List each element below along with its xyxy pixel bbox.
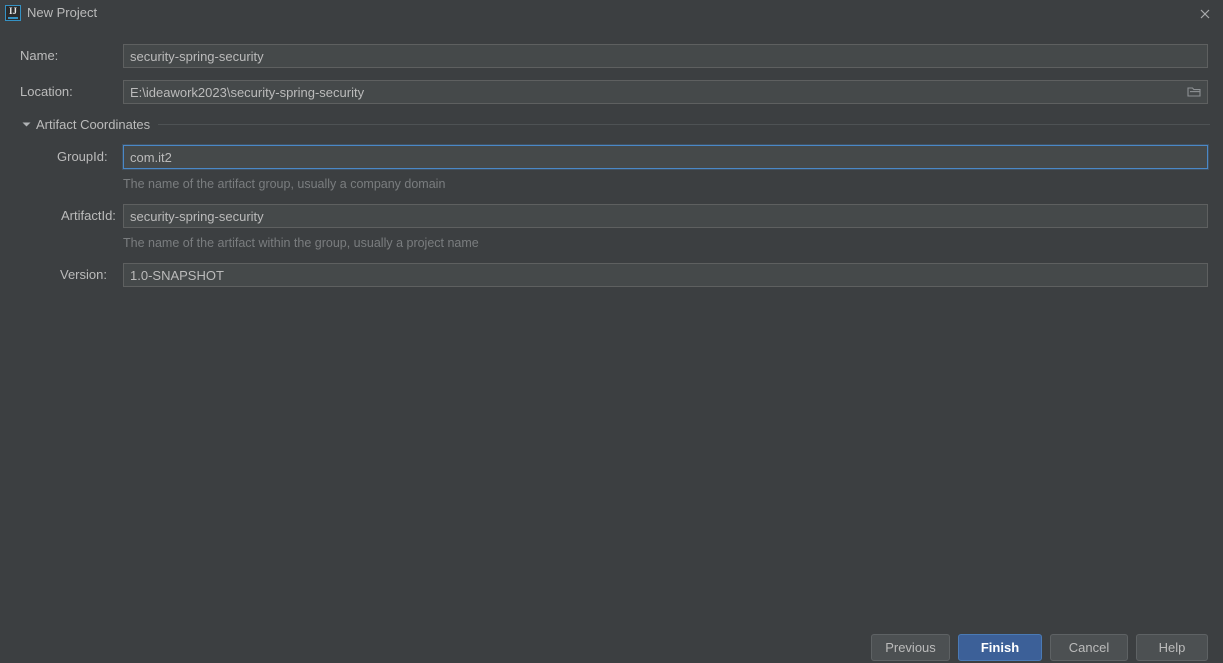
section-divider	[158, 124, 1210, 125]
group-id-label: GroupId:	[57, 149, 108, 165]
artifact-id-hint: The name of the artifact within the grou…	[123, 235, 479, 251]
app-icon-letters: IJ	[7, 6, 19, 16]
intellij-idea-icon: IJ	[5, 5, 21, 21]
cancel-button[interactable]: Cancel	[1050, 634, 1128, 661]
location-label: Location:	[20, 84, 73, 100]
version-input[interactable]	[123, 263, 1208, 287]
group-id-input[interactable]	[123, 145, 1208, 169]
help-button[interactable]: Help	[1136, 634, 1208, 661]
window-title: New Project	[27, 4, 97, 22]
artifact-id-input[interactable]	[123, 204, 1208, 228]
folder-icon	[1187, 86, 1201, 98]
name-input[interactable]	[123, 44, 1208, 68]
title-bar: IJ New Project	[0, 0, 1223, 28]
new-project-dialog: IJ New Project Name: Location: Artifac	[0, 0, 1223, 663]
close-button[interactable]	[1193, 3, 1217, 25]
dialog-footer: Previous Finish Cancel Help	[0, 632, 1223, 663]
version-label: Version:	[60, 267, 107, 283]
previous-button[interactable]: Previous	[871, 634, 950, 661]
name-label: Name:	[20, 48, 58, 64]
artifact-coordinates-label: Artifact Coordinates	[36, 117, 150, 132]
artifact-coordinates-section-header[interactable]: Artifact Coordinates	[20, 116, 1210, 133]
close-icon	[1199, 8, 1211, 20]
finish-button[interactable]: Finish	[958, 634, 1042, 661]
location-input[interactable]	[123, 80, 1208, 104]
artifact-id-label: ArtifactId:	[61, 208, 116, 224]
browse-location-button[interactable]	[1181, 81, 1207, 103]
app-icon-underline	[8, 17, 18, 19]
chevron-down-icon[interactable]	[20, 118, 33, 131]
group-id-hint: The name of the artifact group, usually …	[123, 176, 445, 192]
